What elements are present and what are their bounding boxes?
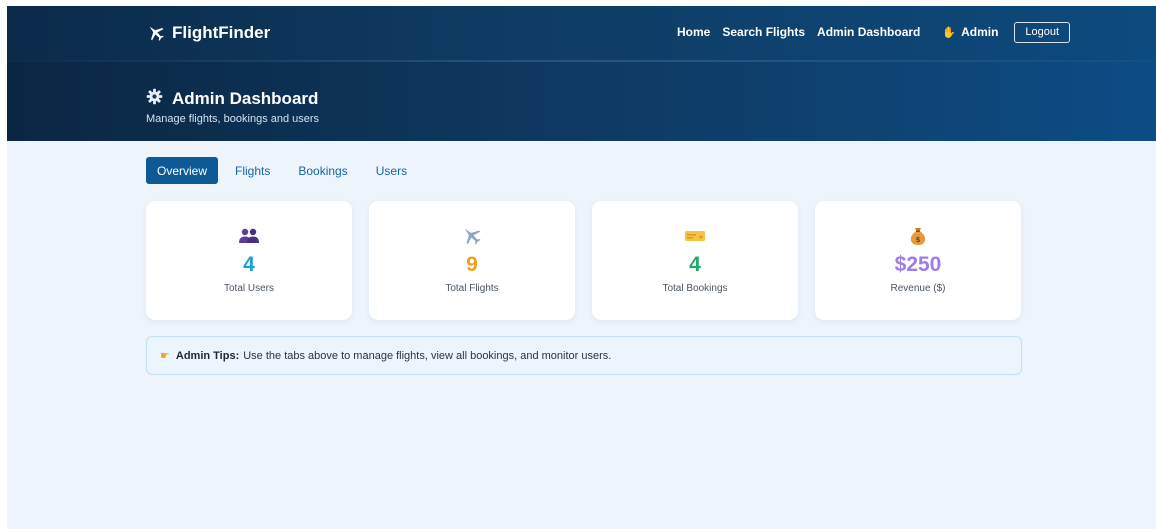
brand-logo[interactable]: FlightFinder — [146, 23, 270, 43]
main-nav: Home Search Flights Admin Dashboard ✋ Ad… — [677, 20, 1071, 44]
nav-admin-dashboard-link[interactable]: Admin Dashboard — [817, 25, 920, 39]
users-icon — [238, 226, 260, 246]
stat-card-users: 4 Total Users — [146, 201, 352, 320]
stat-card-bookings: 4 Total Bookings — [592, 201, 798, 320]
stat-label-users: Total Users — [223, 283, 274, 294]
app-window: FlightFinder Home Search Flights Admin D… — [7, 6, 1156, 529]
dashboard-tabs: Overview Flights Bookings Users — [146, 157, 424, 184]
stat-label-flights: Total Flights — [445, 283, 499, 294]
tab-flights[interactable]: Flights — [224, 157, 281, 184]
stat-value-users: 4 — [243, 253, 255, 276]
current-user-name: Admin — [961, 25, 999, 39]
page-title: Admin Dashboard — [146, 88, 318, 110]
nav-search-flights-link[interactable]: Search Flights — [722, 25, 805, 39]
stat-card-flights: 9 Total Flights — [369, 201, 575, 320]
admin-tips-alert: ☛ Admin Tips: Use the tabs above to mana… — [146, 336, 1022, 375]
page-title-text: Admin Dashboard — [172, 89, 319, 108]
tips-title: Admin Tips: — [175, 349, 240, 362]
current-user: ✋ Admin — [942, 25, 998, 39]
stats-cards: 4 Total Users 9 Total Flights 4 Total Bo… — [146, 201, 1022, 320]
tips-text: Use the tabs above to manage flights, vi… — [243, 349, 612, 362]
airplane-icon — [461, 226, 483, 246]
stat-value-bookings: 4 — [689, 253, 701, 276]
hero-divider — [7, 60, 1156, 62]
svg-text:$: $ — [916, 236, 921, 244]
stat-value-revenue: $250 — [894, 253, 942, 276]
brand-name: FlightFinder — [172, 23, 271, 42]
waving-hand-icon: ✋ — [942, 26, 957, 39]
stat-card-revenue: $ $250 Revenue ($) — [815, 201, 1021, 320]
gear-icon — [146, 88, 163, 110]
money-bag-icon: $ — [908, 226, 928, 246]
pointing-hand-icon: ☛ — [160, 350, 170, 362]
airplane-icon — [146, 23, 166, 43]
stat-value-flights: 9 — [466, 253, 478, 276]
ticket-icon — [684, 226, 706, 246]
tab-users[interactable]: Users — [365, 157, 418, 184]
tab-bookings[interactable]: Bookings — [287, 157, 358, 184]
tab-overview[interactable]: Overview — [146, 157, 219, 184]
nav-home-link[interactable]: Home — [677, 25, 710, 39]
stat-label-bookings: Total Bookings — [662, 283, 728, 294]
logout-button[interactable]: Logout — [1014, 21, 1071, 43]
page-subtitle: Manage flights, bookings and users — [146, 113, 320, 125]
stat-label-revenue: Revenue ($) — [890, 283, 946, 294]
